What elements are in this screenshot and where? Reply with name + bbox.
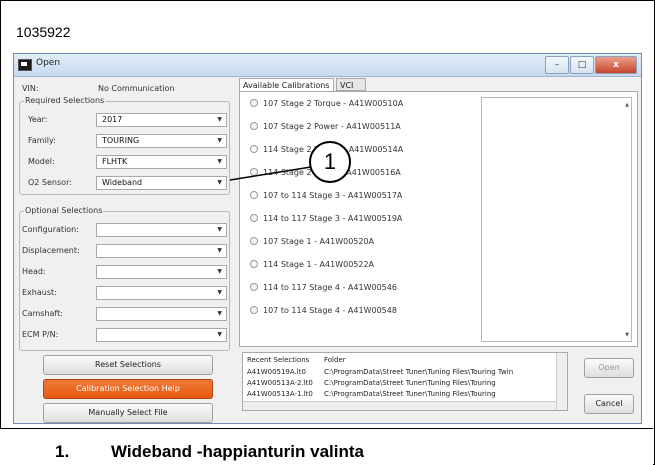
reset-selections-button[interactable]: Reset Selections (43, 355, 213, 375)
radio-icon (250, 122, 258, 130)
app-icon (18, 59, 32, 71)
exhaust-label: Exhaust: (22, 288, 57, 297)
caption-bar: 1. Wideband -happianturin valinta (0, 428, 653, 465)
radio-icon (250, 237, 258, 245)
recent-row[interactable]: A41W00519A.lt0 C:\ProgramData\Street Tune… (247, 368, 513, 376)
recent-selections-header: Recent Selections (247, 356, 310, 364)
optional-selections-title: Optional Selections (24, 206, 104, 215)
window-title: Open (36, 58, 61, 68)
model-select[interactable]: FLHTK ▼ (96, 155, 227, 169)
calibration-option[interactable]: 114 to 117 Stage 3 - A41W00519A (250, 214, 402, 223)
vin-value: No Communication (98, 84, 175, 93)
family-label: Family: (28, 136, 56, 145)
tab-available-calibrations[interactable]: Available Calibrations (239, 78, 334, 91)
configuration-label: Configuration: (22, 225, 79, 234)
callout-1: 1 (309, 141, 351, 183)
dropdown-arrow-icon: ▼ (217, 158, 222, 165)
model-label: Model: (28, 157, 55, 166)
dropdown-arrow-icon: ▼ (217, 247, 222, 254)
ecm-pn-label: ECM P/N: (22, 330, 59, 339)
figure-id: 1035922 (16, 24, 71, 40)
radio-icon (250, 145, 258, 153)
exhaust-select[interactable]: ▼ (96, 286, 227, 300)
vertical-scrollbar[interactable] (556, 353, 567, 410)
dropdown-arrow-icon: ▼ (217, 289, 222, 296)
calibration-help-button[interactable]: Calibration Selection Help (43, 379, 213, 399)
calibration-option[interactable]: 107 Stage 1 - A41W00520A (250, 237, 374, 246)
calibration-option[interactable]: 114 Stage 1 - A41W00522A (250, 260, 374, 269)
calibration-option[interactable]: 107 Stage 2 Torque - A41W00510A (250, 99, 403, 108)
radio-icon (250, 214, 258, 222)
calibration-option[interactable]: 107 Stage 2 Power - A41W00511A (250, 122, 401, 131)
folder-header: Folder (324, 356, 346, 364)
calibration-option[interactable]: 114 to 117 Stage 4 - A41W00546 (250, 283, 397, 292)
dropdown-arrow-icon: ▼ (217, 226, 222, 233)
configuration-select[interactable]: ▼ (96, 223, 227, 237)
radio-icon (250, 99, 258, 107)
radio-icon (250, 260, 258, 268)
title-bar: Open – □ x (14, 54, 641, 77)
tab-vci[interactable]: VCI (336, 78, 366, 91)
dropdown-arrow-icon: ▼ (217, 116, 222, 123)
vin-label: VIN: (22, 84, 39, 93)
recent-header: Recent Selections Folder (247, 356, 346, 364)
open-dialog: Open – □ x VIN: No Communication Require… (13, 53, 642, 424)
recent-selections-list: Recent Selections Folder A41W00519A.lt0 C:… (242, 352, 568, 411)
minimize-button[interactable]: – (545, 56, 569, 74)
required-selections-title: Required Selections (24, 96, 106, 105)
dropdown-arrow-icon: ▼ (217, 310, 222, 317)
recent-row[interactable]: A41W00513A-2.lt0 C:\ProgramData\Street Tu… (247, 379, 496, 387)
maximize-button[interactable]: □ (570, 56, 594, 74)
horizontal-scrollbar[interactable] (243, 401, 557, 410)
close-button[interactable]: x (595, 56, 637, 74)
caption-number: 1. (55, 442, 70, 461)
year-select[interactable]: 2017 ▼ (96, 113, 227, 127)
dropdown-arrow-icon: ▼ (217, 137, 222, 144)
calibration-option[interactable]: 107 to 114 Stage 4 - A41W00548 (250, 306, 397, 315)
head-select[interactable]: ▼ (96, 265, 227, 279)
displacement-label: Displacement: (22, 246, 80, 255)
calibration-option[interactable]: 107 to 114 Stage 3 - A41W00517A (250, 191, 402, 200)
dropdown-arrow-icon: ▼ (217, 268, 222, 275)
year-label: Year: (28, 115, 48, 124)
ecm-pn-select[interactable]: ▼ (96, 328, 227, 342)
dropdown-arrow-icon: ▼ (217, 179, 222, 186)
family-select[interactable]: TOURING ▼ (96, 134, 227, 148)
displacement-select[interactable]: ▼ (96, 244, 227, 258)
scroll-up-icon[interactable]: ▲ (625, 102, 629, 108)
calibration-panel: 107 Stage 2 Torque - A41W00510A 107 Stag… (239, 91, 638, 347)
head-label: Head: (22, 267, 46, 276)
callout-leader-line (230, 166, 312, 181)
radio-icon (250, 283, 258, 291)
open-button[interactable]: Open (584, 358, 634, 378)
calibration-details-box: ▲ ▼ (481, 97, 632, 342)
camshaft-label: Camshaft: (22, 309, 63, 318)
cancel-button[interactable]: Cancel (584, 394, 634, 414)
manually-select-file-button[interactable]: Manually Select File (43, 403, 213, 423)
o2-sensor-select[interactable]: Wideband ▼ (96, 176, 227, 190)
dropdown-arrow-icon: ▼ (217, 331, 222, 338)
recent-row[interactable]: A41W00513A-1.lt0 C:\ProgramData\Street Tu… (247, 390, 496, 398)
o2-sensor-label: O2 Sensor: (28, 178, 72, 187)
scroll-down-icon[interactable]: ▼ (625, 332, 629, 338)
radio-icon (250, 306, 258, 314)
caption-text: Wideband -happianturin valinta (111, 442, 364, 461)
radio-icon (250, 191, 258, 199)
camshaft-select[interactable]: ▼ (96, 307, 227, 321)
